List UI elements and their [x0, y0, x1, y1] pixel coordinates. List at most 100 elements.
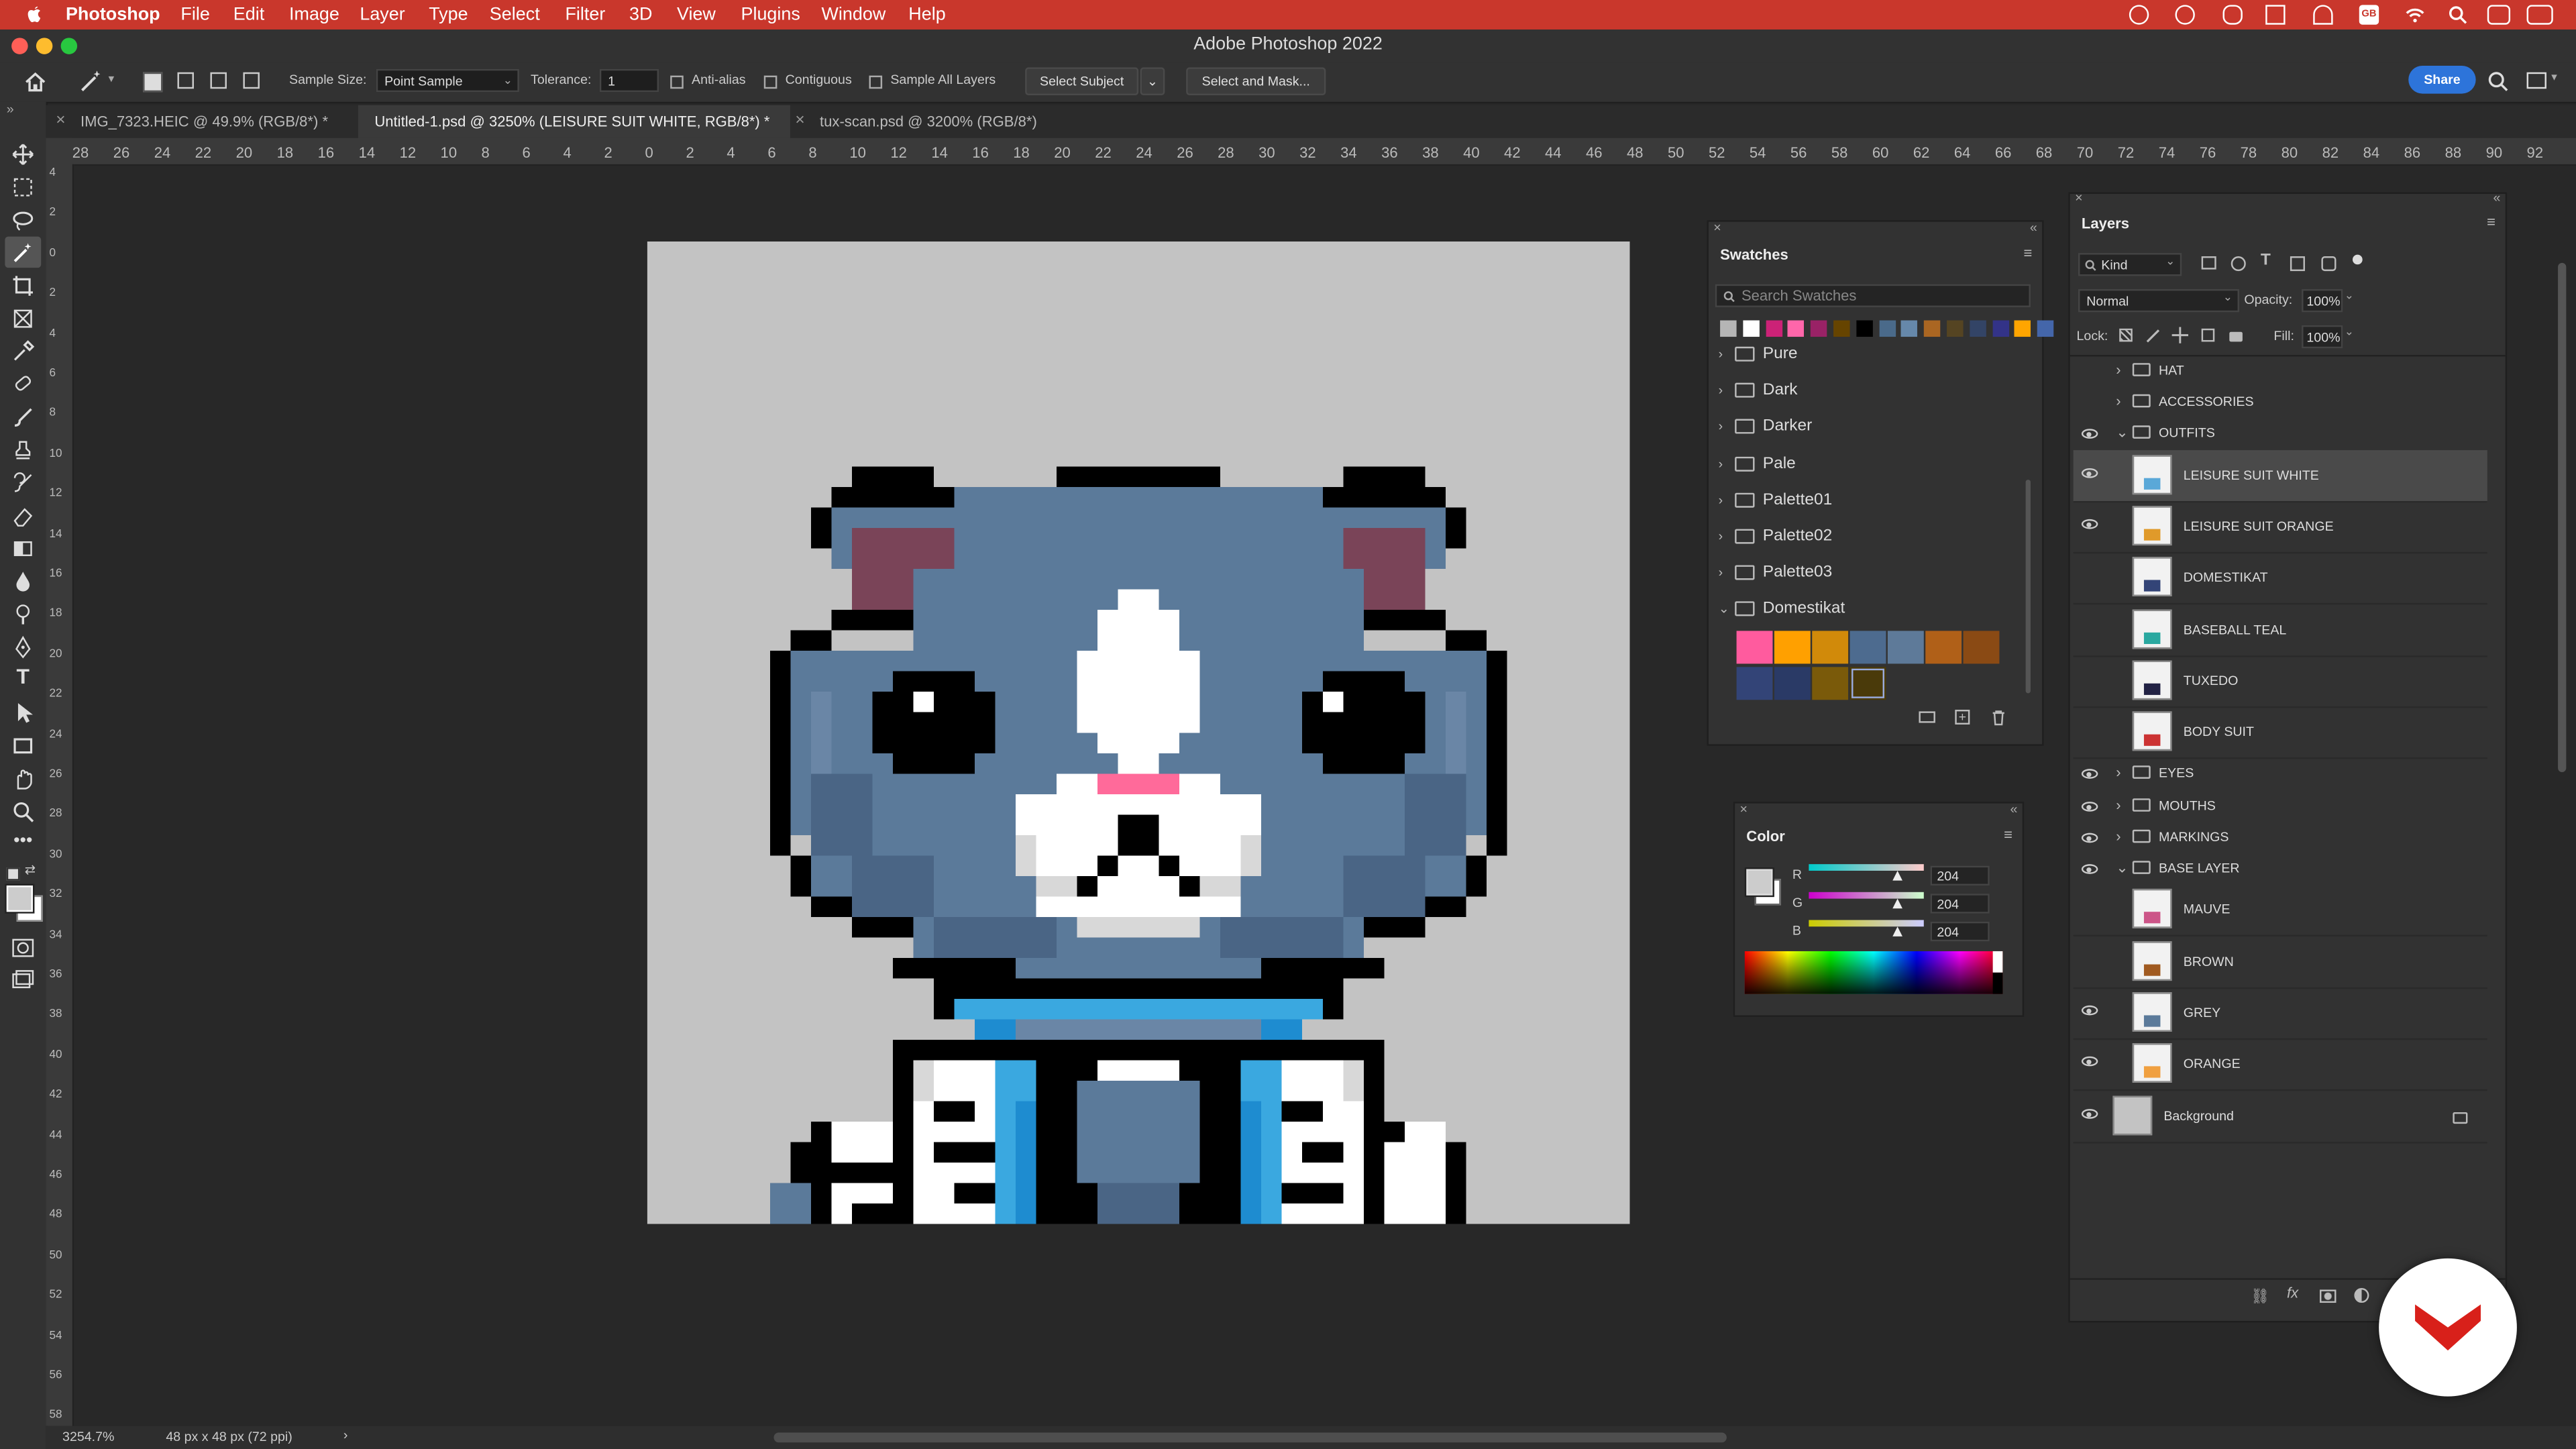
- menu-layer[interactable]: Layer: [360, 0, 405, 30]
- delete-swatch-icon[interactable]: [1991, 710, 2006, 726]
- panel-menu-icon[interactable]: ≡: [2487, 213, 2496, 229]
- menu-file[interactable]: File: [180, 0, 209, 30]
- layer-body-suit[interactable]: BODY SUIT: [2073, 706, 2487, 759]
- add-selection-icon[interactable]: [177, 72, 194, 89]
- collapse-toolbar-icon[interactable]: »: [7, 102, 14, 117]
- magic-wand-preset-icon[interactable]: [79, 69, 105, 94]
- sample-all-layers-checkbox[interactable]: [869, 75, 883, 89]
- home-icon[interactable]: [23, 69, 48, 94]
- menu-filter[interactable]: Filter: [565, 0, 605, 30]
- keyboard-gb-icon[interactable]: GB: [2359, 5, 2379, 25]
- select-subject-dropdown[interactable]: ⌄: [1140, 67, 1165, 96]
- b-slider-handle[interactable]: [1892, 926, 1902, 936]
- opacity-input[interactable]: 100%: [2302, 289, 2343, 313]
- menu-3d[interactable]: 3D: [629, 0, 652, 30]
- filter-toggle-icon[interactable]: [2352, 254, 2363, 265]
- domestikat-swatch[interactable]: [1925, 631, 1962, 664]
- layer-group-base-layer[interactable]: ⌄ BASE LAYER: [2074, 853, 2487, 884]
- new-group-icon[interactable]: [1919, 711, 1935, 723]
- close-panel-icon[interactable]: ×: [2075, 191, 2082, 205]
- recent-swatch[interactable]: [1969, 320, 1986, 337]
- chevron-right-icon[interactable]: ›: [2116, 828, 2121, 844]
- preset-chevron-icon[interactable]: ▾: [109, 72, 115, 85]
- hand-tool-icon[interactable]: [11, 767, 34, 790]
- layer-leisure-suit-white[interactable]: LEISURE SUIT WHITE: [2073, 450, 2487, 503]
- opacity-chevron-icon[interactable]: ⌄: [2345, 289, 2354, 302]
- recent-swatch[interactable]: [1742, 320, 1760, 337]
- eyedropper-tool-icon[interactable]: [11, 340, 35, 363]
- rectangle-tool-icon[interactable]: [11, 735, 34, 757]
- layer-orange[interactable]: ORANGE: [2073, 1038, 2487, 1091]
- tolerance-input[interactable]: 1: [599, 68, 659, 93]
- tab-untitled-1[interactable]: Untitled-1.psd @ 3250% (LEISURE SUIT WHI…: [358, 105, 790, 138]
- screen-mode-icon[interactable]: [11, 969, 34, 992]
- close-panel-icon[interactable]: ×: [1713, 220, 1721, 235]
- r-input[interactable]: 204: [1930, 865, 1990, 886]
- crop-tool-icon[interactable]: [11, 274, 34, 297]
- layer-group-eyes[interactable]: › EYES: [2074, 757, 2487, 789]
- recent-swatch[interactable]: [1720, 320, 1737, 337]
- domestikat-swatch[interactable]: [1736, 667, 1773, 700]
- tab-tux-scan[interactable]: × tux-scan.psd @ 3200% (RGB/8*): [790, 105, 1069, 138]
- visibility-eye-icon[interactable]: [2081, 1109, 2098, 1119]
- recent-swatch[interactable]: [2015, 320, 2031, 337]
- fill-chevron-icon[interactable]: ⌄: [2345, 325, 2354, 338]
- swatch-group-row[interactable]: › Dark: [1709, 373, 2021, 409]
- close-tab-icon[interactable]: ×: [56, 105, 65, 138]
- display-icon[interactable]: [2265, 5, 2286, 25]
- anti-alias-checkbox[interactable]: [670, 75, 684, 89]
- recent-swatch[interactable]: [1811, 320, 1827, 337]
- foreground-color-swatch[interactable]: [6, 885, 33, 912]
- select-subject-button[interactable]: Select Subject: [1025, 67, 1139, 96]
- panel-menu-icon[interactable]: ≡: [2024, 245, 2033, 261]
- layer-filter-select[interactable]: Kind ⌄: [2078, 253, 2182, 276]
- b-input[interactable]: 204: [1930, 921, 1990, 942]
- workspace-icon[interactable]: [2526, 72, 2546, 89]
- history-brush-tool-icon[interactable]: [11, 472, 34, 494]
- lock-transparent-icon[interactable]: [2119, 328, 2133, 342]
- chevron-right-icon[interactable]: ›: [2116, 797, 2121, 813]
- filter-pixel-icon[interactable]: [2201, 256, 2216, 270]
- menu-help[interactable]: Help: [908, 0, 945, 30]
- spotlight-search-icon[interactable]: [2448, 5, 2467, 24]
- contiguous-checkbox[interactable]: [763, 75, 777, 89]
- chevron-down-icon[interactable]: ⌄: [1719, 592, 1729, 629]
- menu-app[interactable]: Photoshop: [66, 0, 160, 30]
- swatch-group-row[interactable]: ⌄ Domestikat: [1709, 592, 2021, 629]
- intersect-selection-icon[interactable]: [243, 72, 260, 89]
- recent-swatch[interactable]: [1765, 320, 1782, 337]
- swatch-group-row[interactable]: › Palette02: [1709, 519, 2021, 555]
- zoom-level[interactable]: 3254.7%: [62, 1430, 114, 1444]
- document-canvas[interactable]: [647, 241, 1630, 1224]
- move-tool-icon[interactable]: [11, 143, 34, 166]
- r-slider[interactable]: [1809, 864, 1924, 871]
- visibility-eye-icon[interactable]: [2081, 833, 2098, 843]
- swatches-panel-title[interactable]: Swatches: [1720, 238, 1788, 271]
- recent-swatch[interactable]: [1901, 320, 1918, 337]
- layer-mauve[interactable]: MAUVE: [2073, 884, 2487, 936]
- filter-smart-object-icon[interactable]: [2321, 256, 2337, 272]
- select-and-mask-button[interactable]: Select and Mask...: [1186, 67, 1326, 96]
- menu-edit[interactable]: Edit: [233, 0, 264, 30]
- panel-menu-icon[interactable]: ≡: [2004, 826, 2012, 843]
- menu-type[interactable]: Type: [429, 0, 468, 30]
- fill-input[interactable]: 100%: [2302, 325, 2343, 349]
- collapse-panel-icon[interactable]: «: [2493, 191, 2500, 205]
- chevron-right-icon[interactable]: ›: [2116, 362, 2121, 378]
- g-slider-handle[interactable]: [1892, 898, 1902, 909]
- recent-swatch[interactable]: [2037, 320, 2054, 337]
- recent-swatch[interactable]: [1856, 320, 1873, 337]
- domestikat-swatch[interactable]: [1849, 667, 1886, 700]
- pen-tool-icon[interactable]: [11, 635, 34, 659]
- more-tools-icon[interactable]: •••: [11, 830, 34, 853]
- blur-tool-icon[interactable]: [11, 570, 34, 593]
- swatch-group-row[interactable]: › Pale: [1709, 446, 2021, 482]
- visibility-eye-icon[interactable]: [2081, 468, 2098, 478]
- recent-swatch[interactable]: [1924, 320, 1941, 337]
- close-tab-icon[interactable]: ×: [795, 105, 804, 138]
- visibility-eye-icon[interactable]: [2081, 769, 2098, 779]
- path-selection-tool-icon[interactable]: [11, 702, 34, 724]
- wifi-icon[interactable]: [2405, 5, 2424, 24]
- chevron-down-icon[interactable]: ⌄: [2116, 859, 2128, 877]
- collapse-panel-icon[interactable]: «: [2010, 802, 2017, 816]
